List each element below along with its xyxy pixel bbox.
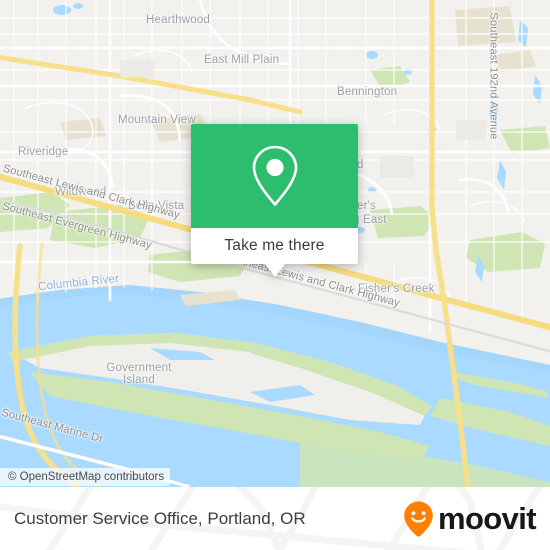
take-me-there-label: Take me there	[224, 237, 325, 254]
callout-icon-area	[191, 124, 358, 228]
moovit-wordmark: moovit	[437, 501, 537, 536]
map-attribution[interactable]: © OpenStreetMap contributors	[0, 468, 171, 486]
map-pin-icon	[252, 145, 297, 206]
moovit-brand[interactable]: moovit	[402, 500, 537, 538]
location-callout-card[interactable]: Take me there	[191, 124, 358, 277]
footer-bar: Customer Service Office, Portland, OR mo…	[0, 487, 550, 550]
moovit-smiley-pin-icon	[404, 501, 433, 537]
callout-action-area[interactable]: Take me there	[191, 228, 358, 277]
map-screen: Hearthwood East Mill Plain Bennington Mount…	[0, 0, 550, 550]
callout-pointer	[264, 264, 285, 277]
place-title: Customer Service Office, Portland, OR	[14, 508, 306, 528]
